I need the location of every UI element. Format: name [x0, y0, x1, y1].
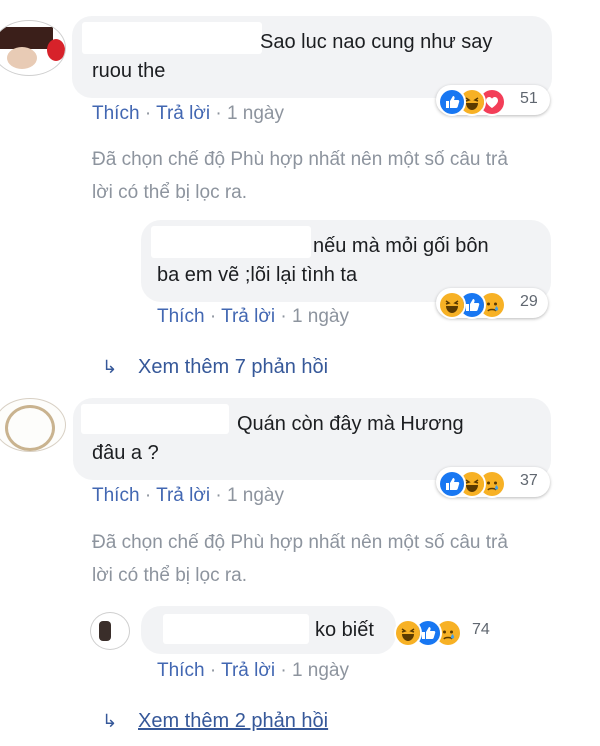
reply-text: nếu mà mỏi gối bôn [313, 235, 489, 257]
view-more-replies-link[interactable]: ↳ Xem thêm 2 phản hồi [102, 710, 328, 733]
filter-notice-line: lời có thể bị lọc ra. [92, 565, 248, 586]
comment-text: Quán còn đây mà Hương [237, 413, 464, 435]
redacted-name [82, 22, 262, 54]
reactions-summary[interactable]: 37 [436, 467, 550, 498]
filter-notice-line: Đã chọn chế độ Phù hợp nhất nên một số c… [92, 149, 508, 170]
like-link[interactable]: Thích [157, 306, 205, 327]
view-more-replies-link[interactable]: ↳ Xem thêm 7 phản hồi [102, 356, 328, 379]
reply-actions: Thích · Trả lời · 1 ngày [157, 660, 349, 681]
timestamp[interactable]: 1 ngày [227, 103, 284, 124]
reply-text: ko biết [315, 619, 374, 641]
like-link[interactable]: Thích [92, 103, 140, 124]
reaction-count: 37 [520, 472, 538, 489]
commenter-avatar[interactable] [0, 398, 66, 452]
reply-arrow-icon: ↳ [102, 357, 118, 377]
reply-link[interactable]: Trả lời [156, 485, 210, 506]
timestamp[interactable]: 1 ngày [292, 660, 349, 681]
timestamp[interactable]: 1 ngày [227, 485, 284, 506]
reactions-summary[interactable]: 29 [436, 288, 548, 319]
redacted-name [151, 226, 311, 258]
comment-text: Sao luc nao cung như say [260, 31, 493, 53]
redacted-name [81, 404, 229, 434]
reaction-count: 51 [520, 90, 538, 107]
like-reaction-icon [438, 470, 466, 498]
reply-link[interactable]: Trả lời [156, 103, 210, 124]
haha-reaction-icon [394, 619, 422, 647]
filter-notice-line: lời có thể bị lọc ra. [92, 182, 248, 203]
commenter-avatar[interactable] [0, 20, 66, 76]
comment-text: ruou the [92, 60, 166, 82]
reply-arrow-icon: ↳ [102, 711, 118, 731]
timestamp[interactable]: 1 ngày [292, 306, 349, 327]
like-link[interactable]: Thích [92, 485, 140, 506]
replier-avatar[interactable] [90, 612, 130, 650]
like-link[interactable]: Thích [157, 660, 205, 681]
like-reaction-icon [438, 88, 466, 116]
reply-link[interactable]: Trả lời [221, 660, 275, 681]
comment-text: đâu a ? [92, 442, 159, 464]
redacted-name [163, 614, 309, 644]
haha-reaction-icon [438, 291, 466, 319]
comment-actions: Thích · Trả lời · 1 ngày [92, 485, 284, 506]
reaction-count: 29 [520, 293, 538, 310]
reactions-summary[interactable]: 51 [436, 85, 550, 116]
reply-text: ba em vẽ ;lõi lại tình ta [157, 264, 358, 286]
reply-actions: Thích · Trả lời · 1 ngày [157, 306, 349, 327]
comment-actions: Thích · Trả lời · 1 ngày [92, 103, 284, 124]
filter-notice-line: Đã chọn chế độ Phù hợp nhất nên một số c… [92, 532, 508, 553]
reaction-count: 74 [472, 621, 490, 638]
reply-link[interactable]: Trả lời [221, 306, 275, 327]
reactions-summary[interactable]: 74 [392, 616, 500, 647]
